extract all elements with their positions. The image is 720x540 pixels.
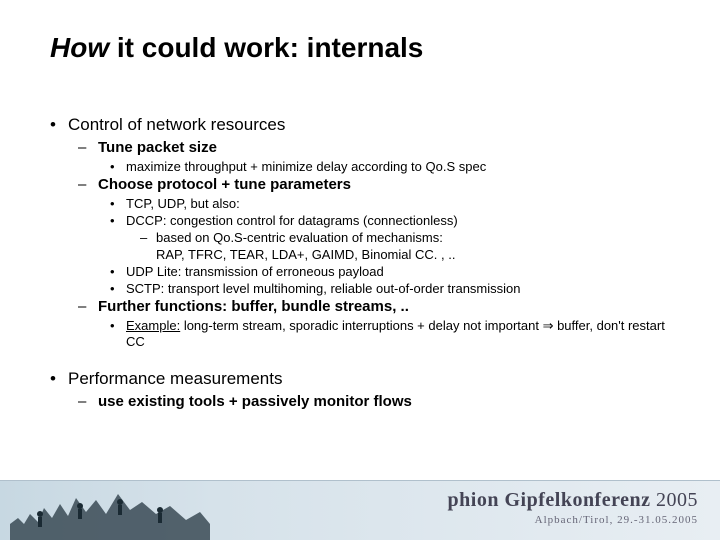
bullet-l2: – Tune packet size [78,139,680,156]
sec2-item1-label: use existing tools + passively monitor f… [98,393,412,410]
sec1-item2-sub3: UDP Lite: transmission of erroneous payl… [126,264,384,279]
slide-title: How it could work: internals [50,32,423,64]
sec2-heading: Performance measurements [68,369,282,389]
bullet-dot-icon: • [110,159,126,174]
bullet-l3: • TCP, UDP, but also: [110,196,680,211]
title-italic: How [50,32,109,63]
bullet-l3: • maximize throughput + minimize delay a… [110,159,680,174]
bullet-dot-icon: • [50,369,68,389]
conference-title: phion Gipfelkonferenz 2005 [448,489,698,512]
sec1-item3-sub1-rest: long-term stream, sporadic interruptions… [126,318,665,349]
bullet-l1: • Control of network resources [50,115,680,135]
title-rest: it could work: internals [109,32,423,63]
sec1-item2-label: Choose protocol + tune parameters [98,176,351,193]
conf-year: 2005 [656,489,698,511]
sec1-item2-sub4: SCTP: transport level multihoming, relia… [126,281,521,296]
footer: phion Gipfelkonferenz 2005 Alpbach/Tirol… [0,480,720,540]
conf-name: Gipfelkonferenz [504,489,650,511]
bullet-dot-icon: • [50,115,68,135]
bullet-l1: • Performance measurements [50,369,680,389]
silhouette-icon [10,484,210,540]
bullet-dash-icon: – [78,176,98,193]
bullet-dot-icon: • [110,318,126,349]
bullet-l3: • SCTP: transport level multihoming, rel… [110,281,680,296]
conference-location: Alpbach/Tirol, 29.-31.05.2005 [448,514,698,526]
sec1-item1-sub1: maximize throughput + minimize delay acc… [126,159,486,174]
bullet-l4: – based on Qo.S-centric evaluation of me… [140,230,680,245]
bullet-l3: • DCCP: congestion control for datagrams… [110,213,680,228]
bullet-dot-icon: • [110,281,126,296]
sec1-item3-label: Further functions: buffer, bundle stream… [98,298,409,315]
bullet-l2: – use existing tools + passively monitor… [78,393,680,410]
slide-content: • Control of network resources – Tune pa… [50,115,680,413]
brand: phion [448,489,499,511]
bullet-dash-icon: – [78,393,98,410]
bullet-l4-cont: RAP, TFRC, TEAR, LDA+, GAIMD, Binomial C… [156,247,680,262]
sec1-heading: Control of network resources [68,115,285,135]
bullet-dot-icon: • [110,213,126,228]
bullet-l2: – Choose protocol + tune parameters [78,176,680,193]
bullet-dash-icon: – [78,298,98,315]
bullet-dash-icon: – [78,139,98,156]
sec1-item3-sub1-underline: Example: [126,318,180,333]
sec1-item2-sub2: DCCP: congestion control for datagrams (… [126,213,458,228]
bullet-dot-icon: • [110,264,126,279]
sec1-item3-sub1: Example: long-term stream, sporadic inte… [126,318,680,349]
bullet-dash-icon: – [140,230,156,245]
bullet-l2: – Further functions: buffer, bundle stre… [78,298,680,315]
bullet-l3: • UDP Lite: transmission of erroneous pa… [110,264,680,279]
conference-text: phion Gipfelkonferenz 2005 Alpbach/Tirol… [448,489,698,526]
bullet-l3: • Example: long-term stream, sporadic in… [110,318,680,349]
slide: How it could work: internals • Control o… [0,0,720,540]
bullet-dot-icon: • [110,196,126,211]
sec1-item1-label: Tune packet size [98,139,217,156]
sec1-item2-sub1: TCP, UDP, but also: [126,196,240,211]
sec1-item2-sub2a: based on Qo.S-centric evaluation of mech… [156,230,443,245]
